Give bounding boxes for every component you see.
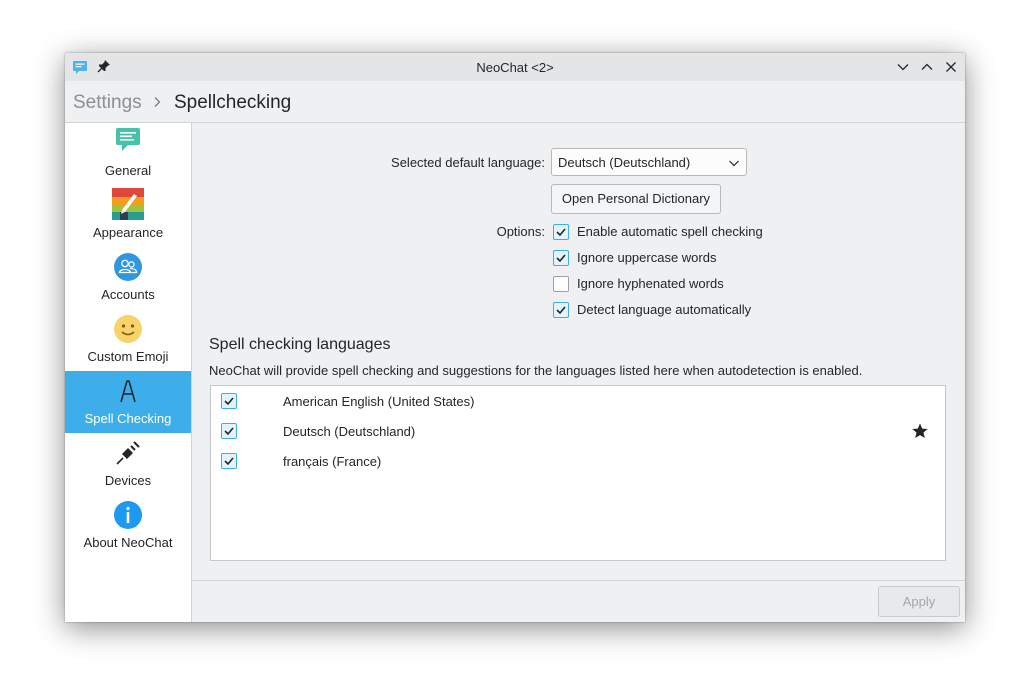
options-label: Options:	[496, 224, 545, 239]
sidebar-item-custom-emoji[interactable]: Custom Emoji	[65, 309, 191, 371]
sidebar-item-devices[interactable]: Devices	[65, 433, 191, 495]
about-icon	[114, 501, 142, 529]
languages-section-description: NeoChat will provide spell checking and …	[209, 363, 863, 378]
ignore-uppercase-checkbox[interactable]	[553, 250, 569, 266]
apply-button[interactable]: Apply	[878, 586, 960, 617]
language-checkbox[interactable]	[221, 423, 237, 439]
emoji-icon	[114, 315, 142, 343]
sidebar-item-accounts[interactable]: Accounts	[65, 247, 191, 309]
sidebar-item-label: Devices	[104, 473, 152, 488]
language-checkbox[interactable]	[221, 453, 237, 469]
sidebar-item-label: Accounts	[101, 287, 155, 302]
checkmark-icon	[556, 306, 566, 315]
accounts-icon	[114, 253, 142, 281]
window-title: NeoChat <2>	[476, 60, 554, 75]
sidebar-item-label: About NeoChat	[83, 535, 173, 550]
languages-section-title: Spell checking languages	[209, 336, 391, 353]
sidebar-item-label: Custom Emoji	[87, 349, 169, 364]
list-item[interactable]: Deutsch (Deutschland)	[211, 416, 945, 446]
spellcheck-icon	[120, 380, 136, 403]
chevron-right-icon	[154, 97, 161, 107]
enable-auto-spellcheck-checkbox[interactable]	[553, 224, 569, 240]
detect-language-checkbox[interactable]	[553, 302, 569, 318]
settings-window: NeoChat <2> Settings Spellchecking Gener…	[65, 53, 965, 622]
sidebar: General Appearance Accounts Custom Emoji…	[65, 123, 192, 622]
list-item[interactable]: American English (United States)	[211, 386, 945, 416]
close-icon[interactable]	[943, 59, 959, 75]
sidebar-item-spell-checking[interactable]: Spell Checking	[65, 371, 191, 433]
breadcrumb-settings[interactable]: Settings	[73, 92, 142, 114]
breadcrumb: Settings Spellchecking	[65, 81, 965, 123]
devices-icon	[116, 441, 140, 465]
list-item[interactable]: français (France)	[211, 446, 945, 476]
chevron-down-icon	[729, 160, 739, 167]
option-label: Ignore hyphenated words	[577, 276, 724, 291]
option-label: Enable automatic spell checking	[577, 224, 763, 239]
checkmark-icon	[224, 457, 234, 466]
option-label: Ignore uppercase words	[577, 250, 717, 265]
option-label: Detect language automatically	[577, 302, 752, 317]
title-bar[interactable]: NeoChat <2>	[65, 53, 965, 81]
checkmark-icon	[224, 397, 234, 406]
default-language-label: Selected default language:	[391, 155, 545, 170]
default-star-icon[interactable]	[911, 422, 929, 440]
language-name: français (France)	[283, 454, 382, 469]
minimize-icon[interactable]	[895, 59, 911, 75]
maximize-icon[interactable]	[919, 59, 935, 75]
default-language-value: Deutsch (Deutschland)	[558, 155, 691, 170]
sidebar-item-general[interactable]: General	[65, 123, 191, 185]
dialog-footer: Apply	[192, 580, 965, 622]
default-language-select[interactable]: Deutsch (Deutschland)	[551, 148, 747, 176]
language-name: Deutsch (Deutschland)	[283, 424, 416, 439]
language-list[interactable]: American English (United States) Deutsch…	[210, 385, 946, 561]
language-checkbox[interactable]	[221, 393, 237, 409]
checkmark-icon	[556, 254, 566, 263]
checkmark-icon	[224, 427, 234, 436]
language-name: American English (United States)	[283, 394, 475, 409]
ignore-hyphenated-checkbox[interactable]	[553, 276, 569, 292]
appearance-icon	[112, 188, 144, 220]
general-settings-icon	[116, 128, 140, 151]
open-personal-dictionary-button[interactable]: Open Personal Dictionary	[551, 184, 721, 214]
checkmark-icon	[556, 228, 566, 237]
spellchecking-page: Selected default language: Deutsch (Deut…	[192, 123, 965, 580]
sidebar-item-label: Spell Checking	[84, 411, 172, 426]
page-title: Spellchecking	[174, 92, 292, 113]
sidebar-item-about[interactable]: About NeoChat	[65, 495, 191, 557]
sidebar-item-label: Appearance	[92, 225, 164, 240]
sidebar-item-label: General	[104, 163, 152, 178]
sidebar-item-appearance[interactable]: Appearance	[65, 185, 191, 247]
